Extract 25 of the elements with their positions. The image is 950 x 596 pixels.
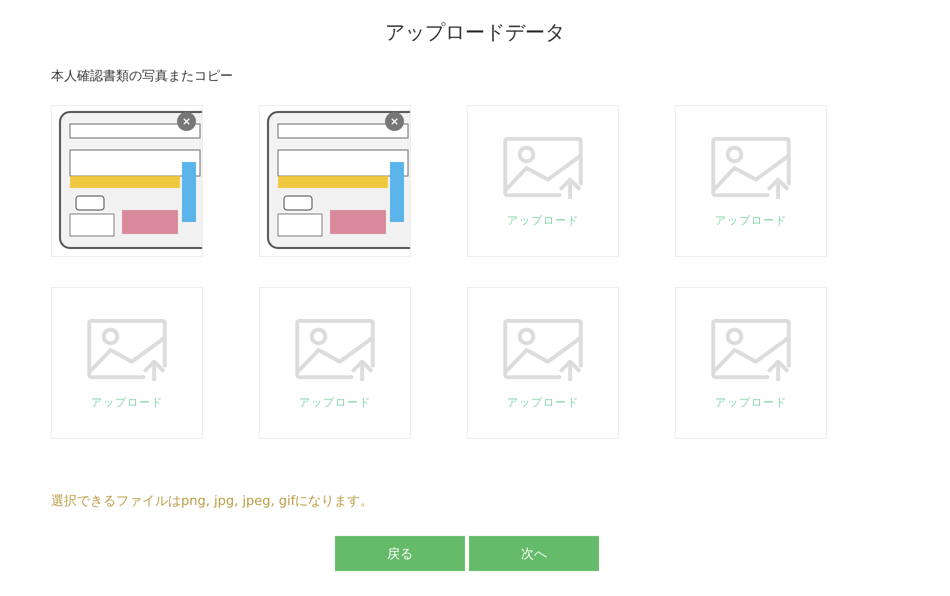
upload-slot[interactable]: アップロード [467,287,619,439]
upload-slot[interactable]: アップロード [467,105,619,257]
upload-label: アップロード [715,212,787,228]
upload-label: アップロード [299,394,371,410]
image-upload-icon [503,318,583,380]
upload-label: アップロード [715,394,787,410]
image-upload-icon [503,136,583,198]
image-upload-icon [711,136,791,198]
image-upload-icon [87,318,167,380]
close-icon [182,117,191,126]
upload-label: アップロード [507,212,579,228]
upload-slot[interactable]: アップロード [51,287,203,439]
section-label: 本人確認書類の写真またコピー [51,68,234,86]
upload-slot[interactable]: アップロード [675,105,827,257]
back-button[interactable]: 戻る [335,536,465,571]
file-types-note: 選択できるファイルはpng, jpg, jpeg, gifになります。 [51,493,374,511]
upload-slot[interactable]: アップロード [259,287,411,439]
close-icon [390,117,399,126]
image-upload-icon [711,318,791,380]
upload-label: アップロード [91,394,163,410]
image-upload-icon [295,318,375,380]
dialog-title: アップロードデータ [384,19,566,46]
upload-slot[interactable]: アップロード [675,287,827,439]
upload-label: アップロード [507,394,579,410]
next-button[interactable]: 次へ [469,536,599,571]
